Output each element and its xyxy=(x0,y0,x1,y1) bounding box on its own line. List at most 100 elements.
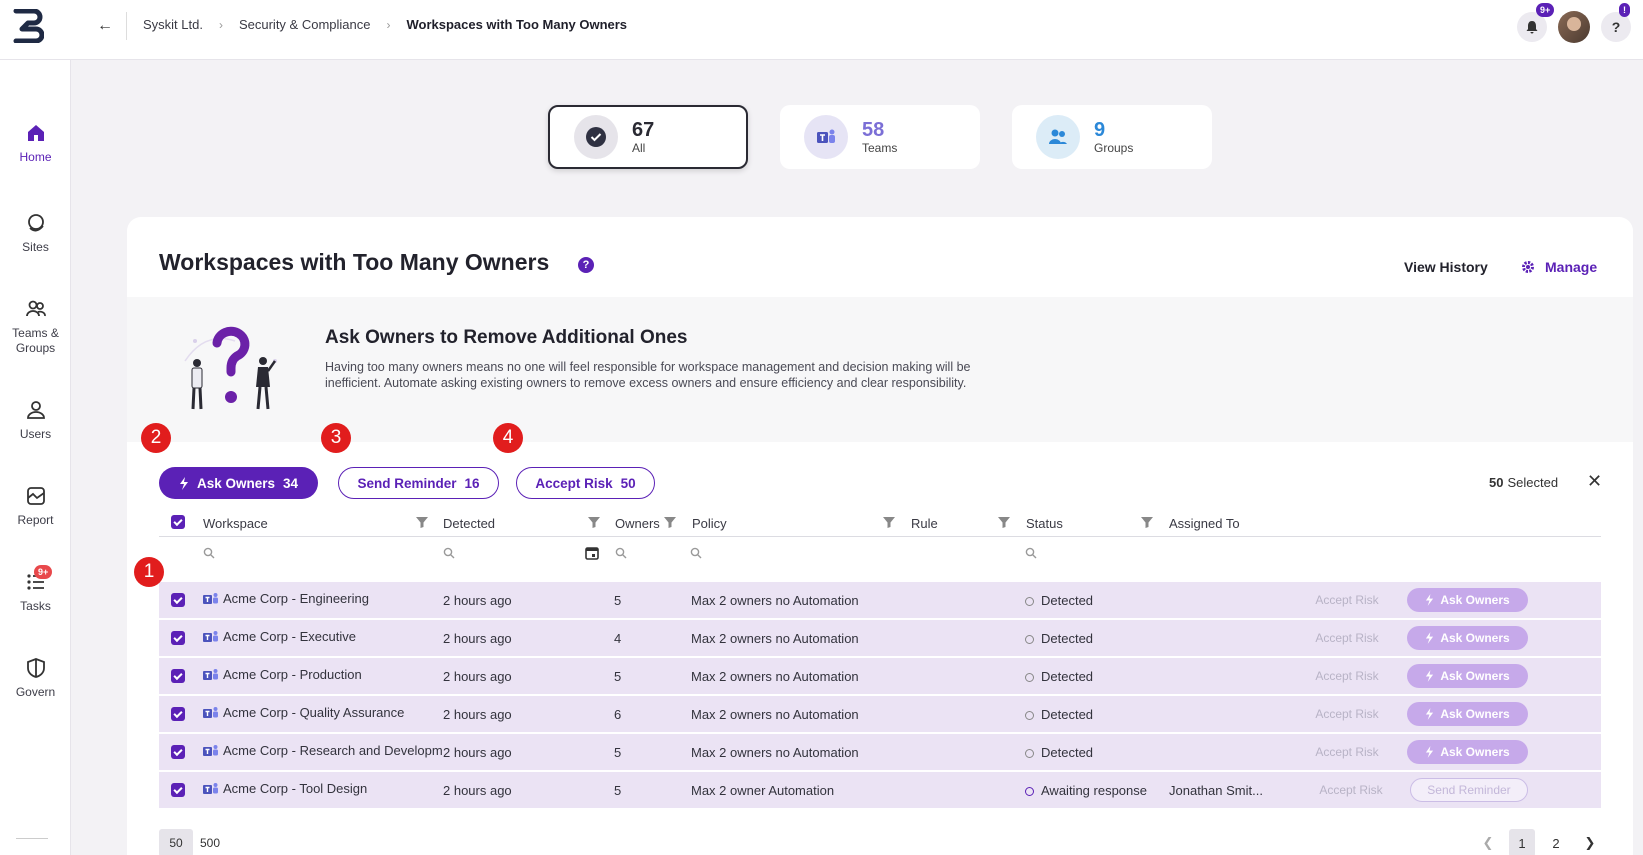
row-accept-risk-button[interactable]: Accept Risk xyxy=(1305,778,1397,802)
summary-card-all[interactable]: 67 All xyxy=(548,105,748,169)
sidebar-item-report[interactable]: Report xyxy=(0,485,71,527)
selected-count: 50 Selected xyxy=(1489,475,1558,490)
row-ask-owners-button[interactable]: Ask Owners xyxy=(1407,664,1528,688)
row-accept-risk-button[interactable]: Accept Risk xyxy=(1301,702,1393,726)
workspace-name[interactable]: Acme Corp - Research and Development xyxy=(223,743,443,758)
pagination: ❮ 1 2 ❯ xyxy=(1475,829,1603,855)
column-header-detected[interactable]: Detected xyxy=(443,516,495,531)
sidebar-item-label: Sites xyxy=(22,240,49,254)
chevron-right-icon: › xyxy=(386,17,391,32)
help-icon[interactable]: ? xyxy=(578,257,594,273)
row-checkbox[interactable] xyxy=(171,669,185,683)
help-button[interactable]: ? ! xyxy=(1601,3,1631,42)
workspace-name[interactable]: Acme Corp - Production xyxy=(223,667,439,682)
table-row[interactable]: Acme Corp - Engineering 2 hours ago 5 Ma… xyxy=(159,582,1601,619)
ask-owners-button[interactable]: Ask Owners 34 xyxy=(159,467,318,499)
table-row[interactable]: Acme Corp - Tool Design 2 hours ago 5 Ma… xyxy=(159,772,1601,809)
row-ask-owners-button[interactable]: Ask Owners xyxy=(1407,626,1528,650)
page-size-option[interactable]: 50 xyxy=(159,829,193,855)
table-row[interactable]: Acme Corp - Research and Development 2 h… xyxy=(159,734,1601,771)
question-people-illustration xyxy=(184,326,277,410)
notifications-button[interactable]: 9+ xyxy=(1517,3,1555,42)
filter-icon[interactable] xyxy=(587,515,601,529)
row-checkbox[interactable] xyxy=(171,631,185,645)
filter-icon[interactable] xyxy=(1140,515,1154,529)
filter-icon[interactable] xyxy=(663,515,677,529)
sidebar-item-govern[interactable]: Govern xyxy=(0,657,71,699)
workspace-name[interactable]: Acme Corp - Tool Design xyxy=(223,781,439,796)
users-icon xyxy=(26,401,45,419)
search-icon[interactable] xyxy=(203,547,215,559)
breadcrumb-org[interactable]: Syskit Ltd. xyxy=(143,17,203,32)
row-ask-owners-button[interactable]: Ask Owners xyxy=(1407,588,1528,612)
clear-selection-close-icon[interactable]: ✕ xyxy=(1587,471,1602,492)
chevron-right-icon[interactable]: ❯ xyxy=(1577,829,1603,855)
row-checkbox[interactable] xyxy=(171,707,185,721)
table-row[interactable]: Acme Corp - Production 2 hours ago 5 Max… xyxy=(159,658,1601,695)
workspace-name[interactable]: Acme Corp - Executive xyxy=(223,629,439,644)
status-text: Detected xyxy=(1041,593,1094,608)
row-ask-owners-button[interactable]: Ask Owners xyxy=(1407,702,1528,726)
ask-owners-label: Ask Owners xyxy=(196,475,275,491)
back-arrow-icon[interactable]: ← xyxy=(94,15,116,37)
column-header-assigned-to[interactable]: Assigned To xyxy=(1169,516,1240,531)
summary-card-teams[interactable]: 58 Teams xyxy=(780,105,980,169)
syskit-logo-icon[interactable] xyxy=(10,9,44,43)
page-button[interactable]: 2 xyxy=(1543,829,1569,855)
accept-risk-label: Accept Risk xyxy=(535,475,613,491)
status-text: Detected xyxy=(1041,669,1094,684)
page-size-option[interactable]: 500 xyxy=(193,829,227,855)
row-accept-risk-button[interactable]: Accept Risk xyxy=(1301,664,1393,688)
column-header-owners[interactable]: Owners xyxy=(615,516,660,531)
manage-button[interactable]: Manage xyxy=(1521,259,1597,275)
workspace-name[interactable]: Acme Corp - Engineering xyxy=(223,591,439,606)
search-icon[interactable] xyxy=(690,547,702,559)
row-action-label: Ask Owners xyxy=(1440,669,1510,683)
summary-card-groups[interactable]: 9 Groups xyxy=(1012,105,1212,169)
row-checkbox[interactable] xyxy=(171,745,185,759)
status-text: Detected xyxy=(1041,631,1094,646)
sidebar-item-users[interactable]: Users xyxy=(0,399,71,441)
filter-icon[interactable] xyxy=(882,515,896,529)
search-icon[interactable] xyxy=(615,547,627,559)
chevron-left-icon[interactable]: ❮ xyxy=(1475,829,1501,855)
breadcrumb-security[interactable]: Security & Compliance xyxy=(239,17,371,32)
row-send-reminder-button[interactable]: Send Reminder xyxy=(1410,778,1528,802)
column-header-status[interactable]: Status xyxy=(1026,516,1063,531)
workspace-name[interactable]: Acme Corp - Quality Assurance xyxy=(223,705,439,720)
send-reminder-button[interactable]: Send Reminder 16 xyxy=(338,467,499,499)
row-checkbox[interactable] xyxy=(171,783,185,797)
row-checkbox[interactable] xyxy=(171,593,185,607)
calendar-icon[interactable] xyxy=(585,546,599,560)
filter-icon[interactable] xyxy=(415,515,429,529)
row-accept-risk-button[interactable]: Accept Risk xyxy=(1301,588,1393,612)
column-header-policy[interactable]: Policy xyxy=(692,516,727,531)
filter-icon[interactable] xyxy=(997,515,1011,529)
accept-risk-button[interactable]: Accept Risk 50 xyxy=(516,467,655,499)
table-header: Workspace Detected Owners Policy Rule St… xyxy=(159,507,1601,537)
send-reminder-label: Send Reminder xyxy=(357,475,457,491)
sidebar-item-sites[interactable]: Sites xyxy=(0,212,71,254)
row-ask-owners-button[interactable]: Ask Owners xyxy=(1407,740,1528,764)
row-action-label: Ask Owners xyxy=(1440,707,1510,721)
row-accept-risk-button[interactable]: Accept Risk xyxy=(1301,740,1393,764)
search-icon[interactable] xyxy=(1025,547,1037,559)
step-marker-4: 4 xyxy=(493,423,523,453)
table-row[interactable]: Acme Corp - Executive 2 hours ago 4 Max … xyxy=(159,620,1601,657)
sidebar-item-home[interactable]: Home xyxy=(0,122,71,164)
row-accept-risk-button[interactable]: Accept Risk xyxy=(1301,626,1393,650)
view-history-button[interactable]: View History xyxy=(1404,259,1488,275)
sidebar-item-tasks[interactable]: 9+ Tasks xyxy=(0,565,71,613)
accept-risk-count: 50 xyxy=(620,475,636,491)
select-all-checkbox[interactable] xyxy=(171,515,185,529)
status-cell: Detected xyxy=(1025,669,1093,684)
column-header-workspace[interactable]: Workspace xyxy=(203,516,268,531)
shield-icon xyxy=(26,658,45,678)
sidebar-item-teams-groups[interactable]: Teams & Groups xyxy=(0,298,71,356)
table-row[interactable]: Acme Corp - Quality Assurance 2 hours ag… xyxy=(159,696,1601,733)
check-circle-icon xyxy=(574,115,618,159)
page-button[interactable]: 1 xyxy=(1509,829,1535,855)
column-header-rule[interactable]: Rule xyxy=(911,516,938,531)
search-icon[interactable] xyxy=(443,547,455,559)
avatar[interactable] xyxy=(1558,11,1590,43)
